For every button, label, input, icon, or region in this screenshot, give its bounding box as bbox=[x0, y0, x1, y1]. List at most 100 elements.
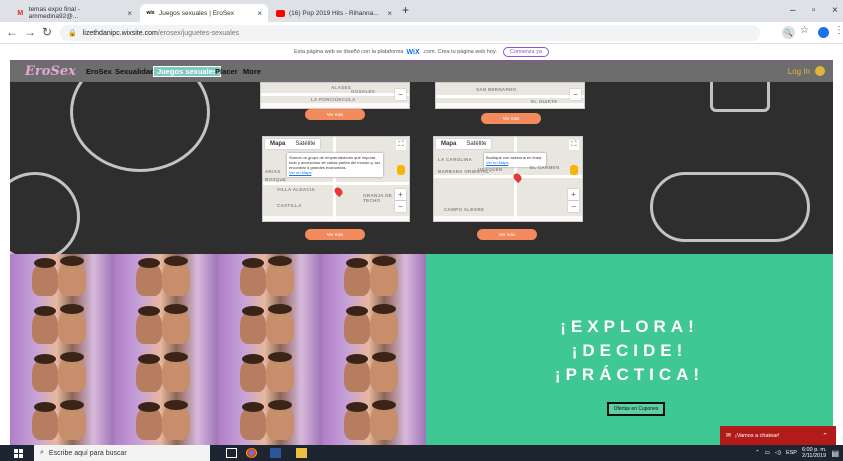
site-header: EroSex EroSex Sexualidad Juegos sexuales… bbox=[10, 60, 833, 82]
header-login[interactable]: Log In bbox=[788, 66, 825, 76]
tab-title: Juegos sexuales | EroSex bbox=[159, 9, 235, 17]
ofertas-cupones-button[interactable]: Ofertas en Cupones bbox=[607, 402, 665, 416]
satellite-tab[interactable]: Satélite bbox=[461, 139, 491, 149]
zoom-out-icon[interactable]: − bbox=[395, 89, 406, 100]
profile-avatar[interactable] bbox=[818, 27, 829, 38]
url-path: /erosex/juguetes-sexuales bbox=[157, 29, 240, 37]
map-road bbox=[436, 95, 584, 98]
language-label[interactable]: ESP bbox=[786, 450, 797, 456]
chat-icon: ✉ bbox=[726, 433, 732, 439]
site-logo[interactable]: EroSex bbox=[25, 64, 76, 79]
slogan-practica: ¡PRÁCTICA! bbox=[554, 365, 705, 384]
ver-mas-button[interactable]: Ver más bbox=[305, 229, 365, 240]
map-mid-left[interactable]: Mapa Satélite ⛶ Somos un grupo de empren… bbox=[262, 136, 410, 222]
ver-mas-button[interactable]: Ver más bbox=[477, 229, 537, 240]
map-tab[interactable]: Mapa bbox=[436, 139, 461, 149]
tab-youtube[interactable]: (16) Pop 2019 Hits - Rihanna... × bbox=[270, 4, 398, 22]
map-mid-right[interactable]: Mapa Satélite ⛶ Boutique con asesoría en… bbox=[433, 136, 583, 222]
forward-icon[interactable]: → bbox=[24, 25, 36, 39]
wix-start-button[interactable]: Comienza ya bbox=[502, 47, 549, 57]
chevron-up-icon[interactable]: ⌃ bbox=[755, 450, 760, 456]
map-attribution bbox=[263, 216, 409, 221]
map-attribution bbox=[434, 216, 582, 221]
slogan-explora: ¡EXPLORA! bbox=[560, 317, 699, 336]
url-host: lizethdanipc.wixsite.com bbox=[82, 29, 158, 37]
bookmark-star-icon[interactable]: ☆ bbox=[800, 25, 809, 36]
street-label: CASTILLA bbox=[277, 203, 302, 208]
map-attribution bbox=[261, 103, 409, 108]
menu-kebab-icon[interactable]: ⋮ bbox=[834, 25, 843, 36]
map-top-right[interactable]: SAN BERNARDO EL QUIETE − bbox=[435, 82, 585, 109]
date-label: 2/11/2019 bbox=[802, 453, 827, 459]
couple-photo bbox=[114, 350, 218, 398]
zoom-in-icon[interactable]: + bbox=[395, 189, 406, 200]
close-icon[interactable]: × bbox=[127, 9, 132, 18]
couple-photo bbox=[218, 254, 322, 302]
notification-icon[interactable]: ▤ bbox=[831, 449, 839, 458]
maps-section: ALASES LA PORCIÚNCULA GOSALES − SAN BERN… bbox=[10, 82, 833, 254]
wix-banner-text: Esta página web se diseñó con la platafo… bbox=[294, 49, 404, 55]
map-top-left[interactable]: ALASES LA PORCIÚNCULA GOSALES − bbox=[260, 82, 410, 109]
map-road bbox=[333, 137, 336, 221]
wix-banner-text2: .com. Crea tu página web hoy. bbox=[422, 49, 497, 55]
couple-photo bbox=[322, 302, 426, 350]
map-road bbox=[263, 182, 409, 185]
satellite-tab[interactable]: Satélite bbox=[290, 139, 320, 149]
couple-photo bbox=[322, 350, 426, 398]
maximize-button[interactable]: ▫ bbox=[812, 5, 816, 16]
couple-photo bbox=[218, 350, 322, 398]
fullscreen-icon[interactable]: ⛶ bbox=[569, 140, 579, 150]
nav-erosex[interactable]: EroSex bbox=[86, 67, 112, 76]
chrome-icon[interactable] bbox=[246, 448, 257, 458]
ver-mas-button[interactable]: Ver más bbox=[305, 109, 365, 120]
reload-icon[interactable]: ↻ bbox=[42, 25, 52, 39]
zoom-out-icon[interactable]: − bbox=[568, 201, 579, 212]
tab-title: (16) Pop 2019 Hits - Rihanna... bbox=[289, 9, 379, 17]
decoration bbox=[650, 172, 810, 242]
clock[interactable]: 6:00 p. m. 2/11/2019 bbox=[802, 447, 826, 459]
minimize-button[interactable]: – bbox=[790, 5, 796, 16]
decoration bbox=[710, 82, 770, 112]
back-icon[interactable]: ← bbox=[6, 25, 18, 39]
window-close-button[interactable]: × bbox=[832, 5, 838, 16]
ver-mas-button[interactable]: Ver más bbox=[481, 113, 541, 124]
zoom-in-icon[interactable]: + bbox=[568, 189, 579, 200]
map-tab[interactable]: Mapa bbox=[265, 139, 290, 149]
couple-photo bbox=[322, 398, 426, 445]
map-road bbox=[261, 93, 409, 96]
tab-gmail[interactable]: M temas expo final - ammedina92@... × bbox=[10, 4, 138, 22]
couple-photo bbox=[10, 302, 114, 350]
network-icon[interactable]: ▭ bbox=[765, 450, 770, 456]
fullscreen-icon[interactable]: ⛶ bbox=[396, 140, 406, 150]
nav-juegos-sexuales[interactable]: Juegos sexuales bbox=[153, 66, 222, 77]
login-label: Log In bbox=[787, 66, 810, 76]
zoom-out-icon[interactable]: − bbox=[570, 89, 581, 100]
chevron-up-icon[interactable]: ⌃ bbox=[822, 432, 828, 440]
windows-start-icon[interactable] bbox=[14, 449, 23, 458]
zoom-out-icon[interactable]: − bbox=[395, 201, 406, 212]
street-label: SAN BERNARDO bbox=[476, 87, 517, 92]
street-label: LA PORCIÚNCULA bbox=[311, 97, 356, 102]
zoom-icon[interactable]: 🔍 bbox=[782, 26, 795, 39]
nav-placer[interactable]: Placer bbox=[215, 67, 238, 76]
close-icon[interactable]: × bbox=[257, 9, 262, 18]
close-icon[interactable]: × bbox=[387, 9, 392, 18]
task-view-icon[interactable] bbox=[226, 448, 237, 458]
chat-widget[interactable]: ✉ ¡Vamos a chatear! ⌃ bbox=[720, 426, 836, 445]
youtube-icon bbox=[276, 9, 285, 17]
new-tab-button[interactable]: + bbox=[402, 3, 409, 17]
pegman-icon[interactable] bbox=[397, 165, 405, 175]
nav-sexualidad[interactable]: Sexualidad bbox=[115, 67, 155, 76]
tab-erosex[interactable]: wix Juegos sexuales | EroSex × bbox=[140, 4, 268, 22]
taskbar-search-input[interactable]: ⌕ Escribe aquí para buscar bbox=[34, 445, 210, 461]
word-icon[interactable] bbox=[270, 448, 281, 458]
url-input[interactable]: 🔒 lizethdanipc.wixsite.com /erosex/jugue… bbox=[60, 25, 760, 41]
info-link[interactable]: Ver en Maps bbox=[486, 160, 508, 165]
volume-icon[interactable]: ◁) bbox=[775, 450, 781, 456]
street-label: BOSQUE bbox=[265, 177, 287, 182]
file-explorer-icon[interactable] bbox=[296, 448, 307, 458]
pegman-icon[interactable] bbox=[570, 165, 578, 175]
info-link[interactable]: Ver en Maps bbox=[289, 170, 311, 175]
nav-more[interactable]: More bbox=[243, 67, 261, 76]
map-type-tabs: Mapa Satélite bbox=[265, 139, 321, 149]
